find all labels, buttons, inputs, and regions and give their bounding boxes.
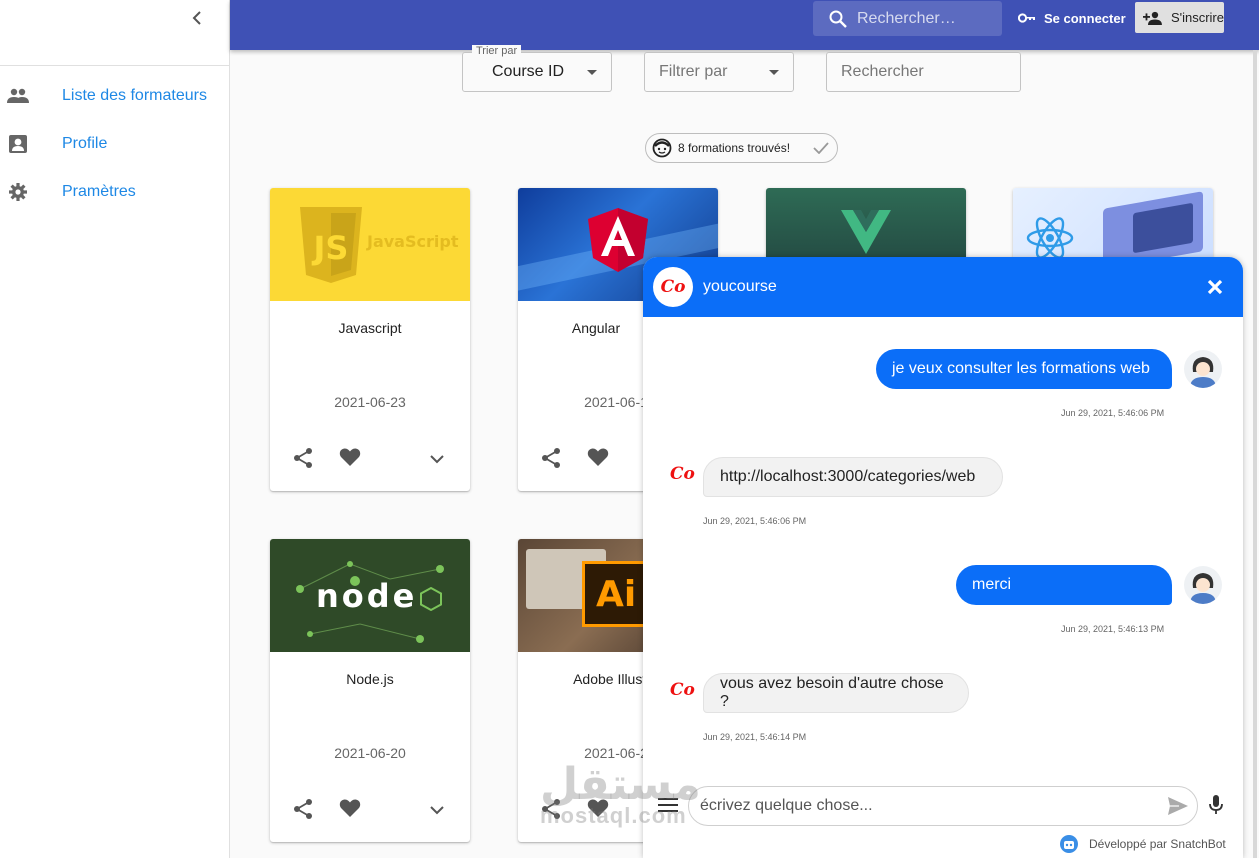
menu-icon[interactable] [658,798,678,817]
sidebar-header [0,0,229,66]
sidebar-item-label: Pramètres [62,183,136,200]
page-scrollbar[interactable] [1253,50,1257,858]
dropdown-arrow-icon [587,69,597,75]
course-image: JS JavaScript [270,188,470,301]
face-icon [652,138,672,158]
illustrator-logo-box: Ai [582,561,648,627]
react-logo-icon [1026,217,1074,259]
sidebar-item-label: Liste des formateurs [62,87,207,104]
share-icon[interactable] [540,798,562,825]
header-search-input[interactable] [857,9,987,28]
sort-select-value: Course ID [492,63,565,80]
expand-more-icon[interactable] [430,451,444,469]
course-search-input[interactable] [826,52,1021,92]
signup-button[interactable]: S'inscrire [1135,2,1224,33]
people-icon [0,88,62,104]
chat-message-user: merci [956,565,1172,605]
chat-bot-logo: Co [653,267,693,307]
signup-label: S'inscrire [1170,10,1224,25]
user-avatar [1184,350,1222,388]
login-button[interactable]: Se connecter [1018,4,1126,32]
powered-by-label: Développé par SnatchBot [1089,837,1226,851]
chat-widget: Co youcourse je veux consulter les forma… [643,257,1243,858]
expand-more-icon[interactable] [430,802,444,820]
header-search[interactable] [813,1,1002,36]
share-icon[interactable] [292,798,314,825]
svg-text:JS: JS [312,229,349,267]
powered-by[interactable]: Développé par SnatchBot [1059,834,1226,854]
collapse-sidebar-button[interactable] [187,8,207,28]
results-count-label: 8 formations trouvés! [678,141,791,155]
snatchbot-logo-icon [1060,835,1078,853]
results-count-chip: 8 formations trouvés! [645,133,838,163]
javascript-logo-icon: JS [300,207,362,283]
illustrator-logo-text: Ai [596,574,637,615]
filter-select-placeholder: Filtrer par [659,63,728,80]
favorite-icon[interactable] [587,447,609,472]
message-timestamp: Jun 29, 2021, 5:46:06 PM [703,516,807,526]
course-card-nodejs[interactable]: node Node.js 2021-06-20 [270,539,470,842]
gear-icon [0,182,62,202]
account-box-icon [0,134,62,154]
share-icon[interactable] [292,447,314,474]
send-icon[interactable] [1167,796,1189,821]
chat-message-user: je veux consulter les formations web [876,349,1172,389]
course-image: node [270,539,470,652]
favorite-icon[interactable] [587,798,609,823]
sidebar-item-settings[interactable]: Pramètres [0,168,229,216]
user-avatar [1184,566,1222,604]
sort-select-legend: Trier par [472,45,522,57]
chat-message-input[interactable] [700,797,1140,815]
chat-message-bot: http://localhost:3000/categories/web [703,457,1003,497]
bot-avatar-mark: Co [670,464,695,484]
microphone-icon[interactable] [1209,795,1223,820]
sidebar-item-formateurs[interactable]: Liste des formateurs [0,72,229,120]
message-timestamp: Jun 29, 2021, 5:46:06 PM [1061,408,1165,418]
chat-bot-name: youcourse [703,278,777,295]
chat-input-container [688,786,1198,826]
close-icon[interactable] [1207,279,1223,300]
check-icon [813,142,829,154]
favorite-icon[interactable] [339,798,361,823]
filter-select[interactable]: Filtrer par [644,52,794,92]
chat-header: Co youcourse [643,257,1243,317]
app-bar: Se connecter S'inscrire [230,0,1259,50]
sidebar-item-profile[interactable]: Profile [0,120,229,168]
javascript-logo-text: JavaScript [367,232,459,251]
favorite-icon[interactable] [339,447,361,472]
search-icon [829,10,847,28]
chat-message-bot: vous avez besoin d'autre chose ? [703,673,969,713]
person-add-icon [1143,11,1162,25]
course-card-javascript[interactable]: JS JavaScript Javascript 2021-06-23 [270,188,470,491]
course-date: 2021-06-23 [334,394,406,410]
dropdown-arrow-icon [769,69,779,75]
share-icon[interactable] [540,447,562,474]
message-timestamp: Jun 29, 2021, 5:46:13 PM [1061,624,1165,634]
node-logo-text: node [316,577,418,615]
key-icon [1018,13,1035,23]
angular-logo-icon [588,208,648,272]
vue-logo-icon [841,210,891,254]
message-timestamp: Jun 29, 2021, 5:46:14 PM [703,732,807,742]
course-title: Node.js [346,671,394,687]
sort-select[interactable]: Course ID [462,52,612,92]
sidebar-item-label: Profile [62,135,108,152]
chevron-left-icon [192,11,201,25]
course-date: 2021-06-20 [334,745,406,761]
login-label: Se connecter [1044,10,1126,26]
nodejs-hexagon-icon [420,587,442,611]
sidebar: Liste des formateurs Profile Pramètres [0,0,230,858]
course-title: Javascript [338,320,402,336]
bot-avatar-mark: Co [670,680,695,700]
